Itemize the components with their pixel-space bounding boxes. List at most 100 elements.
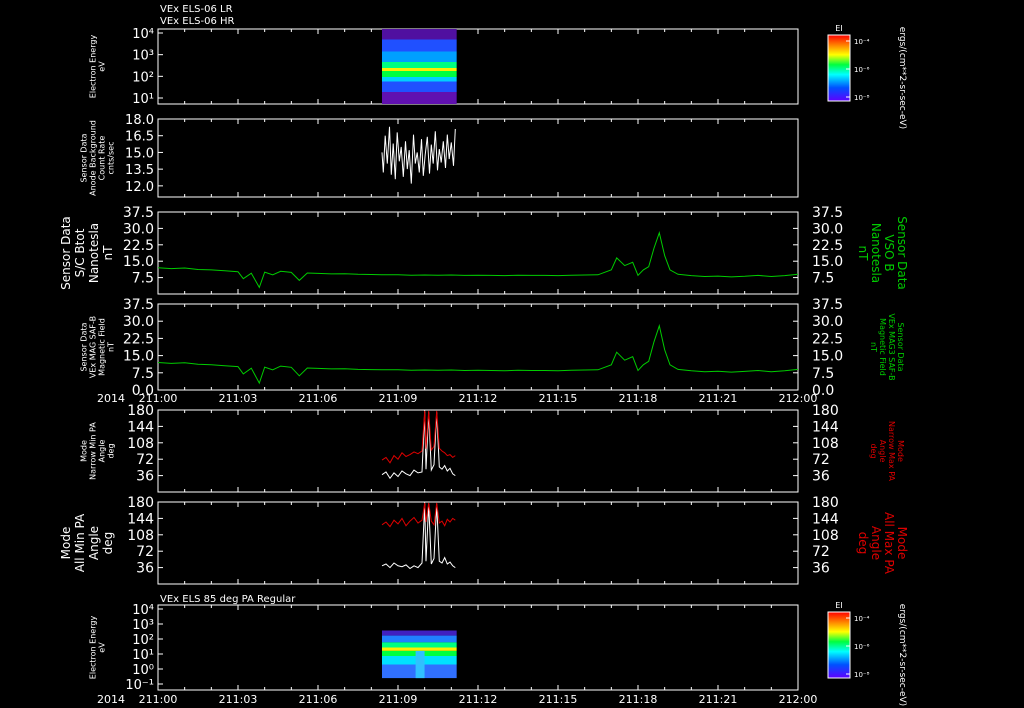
y-tick-label-right: 180 [812,495,839,511]
y-tick-label-right: 72 [812,452,830,468]
y-tick-label-right: 22.5 [812,238,843,254]
right-axis-title-line: VSO B [882,234,896,271]
right-axis-title-line: VEx MAG3 SAF-B [887,313,896,380]
y-axis-title-line: cnts/sec [107,142,116,175]
y-tick-label: 10³ [132,618,154,633]
y-tick-label: 10³ [132,49,154,64]
spectrogram-band-6 [382,71,457,77]
y-tick-label-right: 108 [812,528,839,544]
y-axis-title-line: eV [98,61,107,72]
summary-plot: VEx ELS-06 LR VEx ELS-06 HR VEx ELS 85 d… [0,0,1024,708]
y-tick-label: 144 [127,511,154,527]
x-tick-label: 211:21 [699,392,738,405]
y-tick-label: 10⁴ [132,27,154,42]
y-tick-label: 10⁰ [132,663,154,678]
y-axis-title-line: Mode [59,527,73,560]
right-axis-title-line: Narrow Max PA [887,421,896,482]
right-axis-title-line: Sensor Data [896,322,905,371]
y-tick-label-right: 144 [812,419,839,435]
right-axis-title-line: Angle [878,440,887,463]
y-tick-label: 13.5 [125,163,154,178]
mid-header: VEx ELS 85 deg PA Regular [160,594,296,605]
y-tick-label-right: 15.0 [812,254,843,270]
right-axis-title-line: All Max PA [882,512,896,575]
y-tick-label-right: 37.5 [812,297,843,313]
y-tick-label: 10¹ [132,92,154,107]
y-tick-label-right: 180 [812,403,839,419]
y-axis-title-line: nT [101,245,115,261]
y-tick-label-right: 37.5 [812,205,843,221]
x-tick-label: 211:15 [539,693,578,706]
spectrogram-band-8 [382,81,457,92]
x-tick-label: 211:06 [299,392,338,405]
y-tick-label: 10⁻¹ [125,678,154,693]
y-axis-title-line: Anode Background [89,120,98,196]
x-tick-label: 211:15 [539,392,578,405]
y-tick-label: 108 [127,436,154,452]
y-axis-title-line: Narrow Min PA [89,422,98,480]
y-axis-title-line: VEx MAG SAF-B [89,316,98,378]
y-axis-title-line: Sensor Data [80,322,89,371]
y-tick-label: 7.5 [132,271,154,287]
y-tick-label: 22.5 [123,331,154,347]
x-tick-label: 212:00 [779,392,818,405]
colorbar-tick-label: 10⁻⁸ [854,94,870,102]
right-axis-title-line: Nanotesla [869,223,883,283]
right-axis-title-line: Mode [895,527,909,560]
x-tick-label: 211:03 [219,693,258,706]
y-tick-label: 37.5 [123,297,154,313]
y-tick-label: 15.0 [123,254,154,270]
y-tick-label-right: 108 [812,436,839,452]
right-axis-title-line: deg [856,532,870,555]
colorbar-tick-label: 10⁻⁸ [854,671,870,679]
year-label: 2014 [97,392,125,405]
x-tick-label: 211:06 [299,693,338,706]
y-tick-label: 10² [132,70,154,85]
colorbar-label: EI [835,24,842,33]
y-tick-label: 12.0 [125,180,154,195]
y-tick-label: 7.5 [132,366,154,382]
colorbar-gradient [827,611,851,679]
spectrogram-band-4 [382,647,457,651]
y-axis-title-line: Nanotesla [87,223,101,283]
y-axis-title-line: Electron Energy [89,616,98,680]
y-tick-label-right: 36 [812,561,830,577]
y-axis-title-line: Angle [98,440,107,463]
y-tick-label-right: 30.0 [812,221,843,237]
y-axis-title-line: deg [101,532,115,555]
y-tick-label-right: 30.0 [812,314,843,330]
spectrogram-band-1 [382,29,457,40]
x-tick-label: 211:00 [139,693,178,706]
colorbar-tick-label: 10⁻⁴ [854,38,870,46]
y-axis-title-line: deg [107,443,116,458]
y-axis-title-line: Sensor Data [59,216,73,290]
right-axis-title-line: Mode [896,440,905,462]
y-tick-label: 180 [127,403,154,419]
spectrogram-band-4 [382,62,457,68]
y-tick-label: 10¹ [132,648,154,663]
colorbar-tick-label: 10⁻⁶ [854,66,870,74]
y-tick-label: 10² [132,633,154,648]
y-axis-title-line: Electron Energy [89,35,98,99]
year-label: 2014 [97,693,125,706]
x-tick-label: 211:00 [139,392,178,405]
y-tick-label-right: 7.5 [812,366,834,382]
y-axis-title-line: Mode [80,440,89,462]
y-tick-label: 16.5 [125,130,154,145]
spectrogram-band-3 [382,642,457,648]
y-tick-label: 15.0 [125,146,154,161]
y-tick-label-right: 144 [812,511,839,527]
y-axis-title-line: All Min PA [73,513,87,572]
right-axis-title-line: Angle [869,526,883,560]
y-tick-label: 37.5 [123,205,154,221]
x-tick-label: 211:12 [459,392,498,405]
y-axis-title-line: Sensor Data [80,133,89,182]
spectrogram-feature [415,650,425,679]
y-tick-label-right: 22.5 [812,331,843,347]
y-tick-label: 15.0 [123,349,154,365]
y-axis-title-line: nT [107,342,116,352]
y-axis-title-line: S/C Btot [73,228,87,277]
header-line-2: VEx ELS-06 HR [160,16,235,27]
x-tick-label: 211:18 [619,392,658,405]
x-tick-label: 211:12 [459,693,498,706]
